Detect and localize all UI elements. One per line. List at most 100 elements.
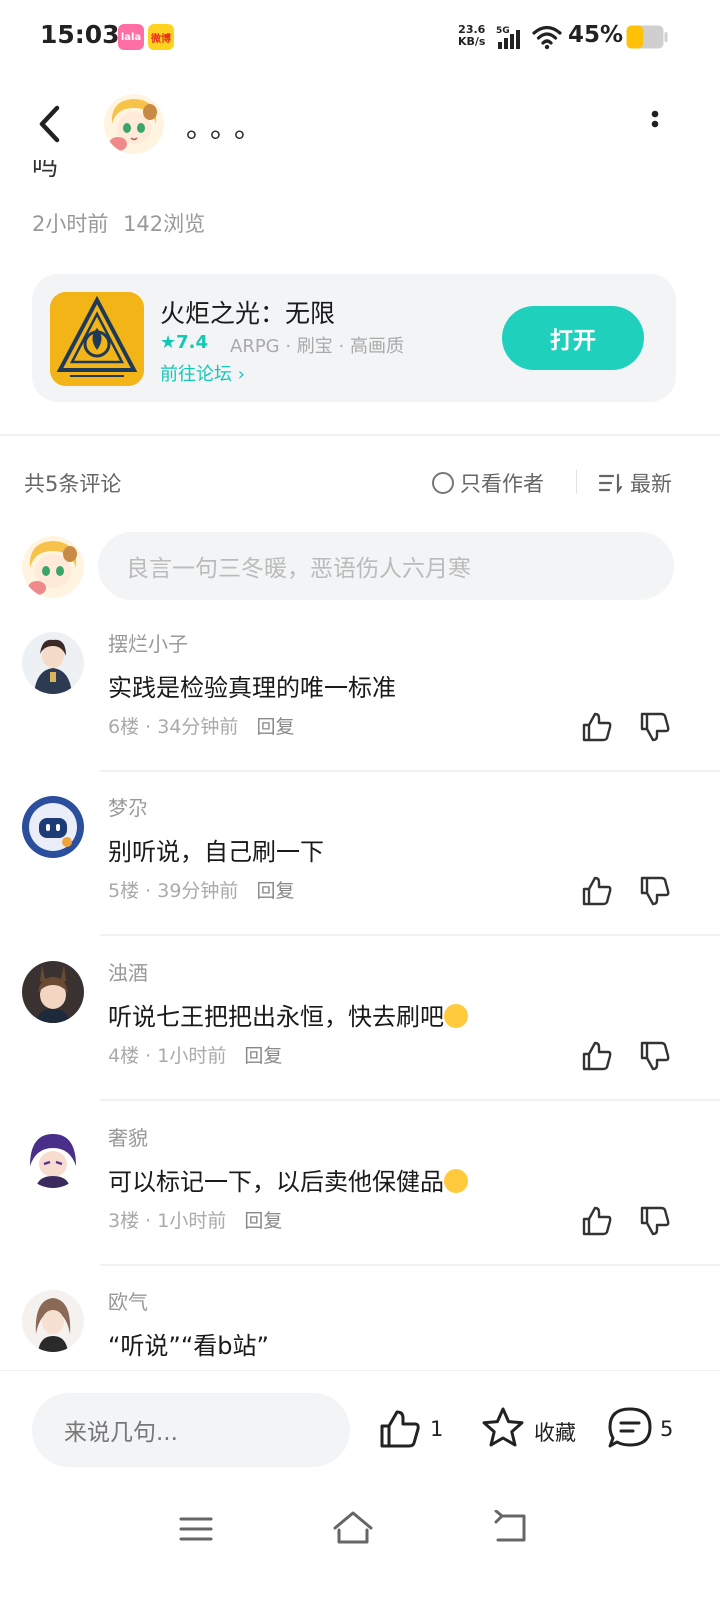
- comment-username[interactable]: 梦尕: [108, 792, 148, 821]
- comment-meta: 6楼 · 34分钟前 回复: [108, 712, 294, 739]
- section-divider: [0, 434, 720, 436]
- comment-time: · 39分钟前: [145, 880, 239, 902]
- comment-item: 摆烂小子 实践是检验真理的唯一标准 6楼 · 34分钟前 回复: [0, 624, 720, 788]
- game-card[interactable]: 火炬之光：无限 ★7.4 ARPG · 刷宝 · 高画质 前往论坛 › 打开: [32, 274, 676, 402]
- comment-time-value: 39分钟前: [157, 880, 239, 902]
- comment-meta: 3楼 · 1小时前 回复: [108, 1206, 282, 1233]
- my-avatar: [22, 536, 84, 598]
- forum-link[interactable]: 前往论坛 ›: [160, 360, 245, 386]
- comment-text: 实践是检验真理的唯一标准: [108, 674, 396, 702]
- home-icon[interactable]: [332, 1508, 374, 1548]
- battery-fill: [626, 25, 644, 49]
- signal-icon: 5G: [496, 26, 520, 49]
- top-header: 。。。: [0, 86, 720, 166]
- thumbs-up-icon[interactable]: [580, 874, 614, 908]
- post-title: 。。。: [186, 111, 273, 144]
- sort-icon: [598, 473, 622, 495]
- favorite-label[interactable]: 收藏: [534, 1417, 576, 1447]
- comment-time-value: 1小时前: [157, 1210, 227, 1232]
- comment-text: “听说”“看b站”: [108, 1332, 269, 1360]
- battery-percent: 45%: [568, 22, 624, 48]
- bottom-action-bar: 来说几句... 1 收藏 5: [0, 1370, 720, 1488]
- comment-text: 可以标记一下，以后卖他保健品: [108, 1162, 468, 1197]
- reply-button[interactable]: 回复: [244, 1045, 282, 1067]
- chevron-right-icon: ›: [237, 364, 245, 385]
- comment-username[interactable]: 摆烂小子: [108, 628, 188, 657]
- system-nav-bar: [0, 1488, 720, 1600]
- status-bar: 15:03 lala 微博 23.6 KB/s 5G 45%: [0, 0, 720, 76]
- comment-username[interactable]: 奢貌: [108, 1122, 148, 1151]
- smiling-face-emoji-icon: [444, 1169, 468, 1193]
- thumbs-up-icon[interactable]: [580, 710, 614, 744]
- menu-icon[interactable]: [178, 1512, 214, 1546]
- post-content-tail: 吗: [32, 160, 62, 180]
- back-icon[interactable]: [492, 1510, 528, 1546]
- wifi-icon: [532, 25, 562, 50]
- comment-time-value: 34分钟前: [157, 716, 239, 738]
- battery-icon: [626, 25, 668, 49]
- lala-app-label: lala: [120, 31, 142, 43]
- comment-item: 梦尕 别听说，自己刷一下 5楼 · 39分钟前 回复: [0, 788, 720, 952]
- thumbs-down-icon[interactable]: [638, 710, 672, 744]
- comment-time-value: 1小时前: [157, 1045, 227, 1067]
- user-avatar[interactable]: [22, 961, 84, 1023]
- reply-button[interactable]: 回复: [256, 880, 294, 902]
- game-tags: ARPG · 刷宝 · 高画质: [230, 336, 404, 357]
- author-only-label: 只看作者: [460, 472, 544, 496]
- user-avatar[interactable]: [22, 796, 84, 858]
- comment-item: 奢貌 可以标记一下，以后卖他保健品 3楼 · 1小时前 回复: [0, 1118, 720, 1282]
- net-speed: 23.6 KB/s: [458, 24, 485, 48]
- post-content-tail-text: 吗: [32, 160, 59, 180]
- thumbs-up-icon[interactable]: [580, 1204, 614, 1238]
- thumbs-up-icon[interactable]: [580, 1039, 614, 1073]
- game-icon: [50, 292, 144, 386]
- comment-divider: [100, 1264, 720, 1266]
- comment-input[interactable]: 良言一句三冬暖，恶语伤人六月寒: [98, 532, 674, 600]
- comment-text: 听说七王把把出永恒，快去刷吧: [108, 997, 468, 1032]
- comment-username[interactable]: 浊酒: [108, 957, 148, 986]
- user-avatar[interactable]: [22, 1126, 84, 1188]
- reply-button[interactable]: 回复: [244, 1210, 282, 1232]
- comment-item: 欧气 “听说”“看b站”: [0, 1282, 720, 1370]
- thumbs-down-icon[interactable]: [638, 1204, 672, 1238]
- post-time: 2小时前: [32, 212, 109, 236]
- comment-floor: 5楼: [108, 880, 140, 902]
- status-time: 15:03: [40, 20, 120, 49]
- comment-floor: 6楼: [108, 716, 140, 738]
- comment-text-value: 可以标记一下，以后卖他保健品: [108, 1168, 444, 1196]
- comment-username[interactable]: 欧气: [108, 1286, 148, 1315]
- like-count: 1: [430, 1417, 444, 1441]
- weibo-app-icon: 微博: [148, 24, 174, 50]
- thumbs-down-icon[interactable]: [638, 1039, 672, 1073]
- comment-meta: 4楼 · 1小时前 回复: [108, 1041, 282, 1068]
- comment-divider: [100, 770, 720, 772]
- thumbs-up-icon[interactable]: [378, 1407, 422, 1451]
- forum-link-label: 前往论坛: [160, 364, 232, 385]
- user-avatar[interactable]: [22, 632, 84, 694]
- network-type-label: 5G: [496, 26, 510, 36]
- sort-toggle[interactable]: 最新: [598, 468, 672, 498]
- comment-count: 5: [660, 1417, 674, 1441]
- open-game-button[interactable]: 打开: [502, 306, 644, 370]
- comment-time: · 34分钟前: [145, 716, 239, 738]
- vertical-ellipsis-icon[interactable]: [640, 106, 670, 140]
- comment-meta: 5楼 · 39分钟前 回复: [108, 876, 294, 903]
- comment-item: 浊酒 听说七王把把出永恒，快去刷吧 4楼 · 1小时前 回复: [0, 953, 720, 1117]
- thumbs-down-icon[interactable]: [638, 874, 672, 908]
- sort-label: 最新: [630, 472, 672, 496]
- reply-button[interactable]: 回复: [256, 716, 294, 738]
- author-avatar[interactable]: [104, 94, 164, 154]
- bottom-comment-input[interactable]: 来说几句...: [32, 1393, 350, 1467]
- chevron-left-icon[interactable]: [30, 102, 70, 146]
- comment-floor: 3楼: [108, 1210, 140, 1232]
- user-avatar[interactable]: [22, 1290, 84, 1352]
- comment-bubble-icon[interactable]: [606, 1405, 654, 1451]
- author-only-toggle[interactable]: 只看作者: [432, 468, 544, 498]
- comment-text: 别听说，自己刷一下: [108, 838, 324, 866]
- net-speed-unit: KB/s: [458, 35, 486, 48]
- star-icon[interactable]: [480, 1405, 526, 1451]
- radio-circle-icon: [432, 472, 454, 494]
- comments-count: 共5条评论: [24, 472, 122, 496]
- comment-floor: 4楼: [108, 1045, 140, 1067]
- lala-app-icon: lala: [118, 24, 144, 50]
